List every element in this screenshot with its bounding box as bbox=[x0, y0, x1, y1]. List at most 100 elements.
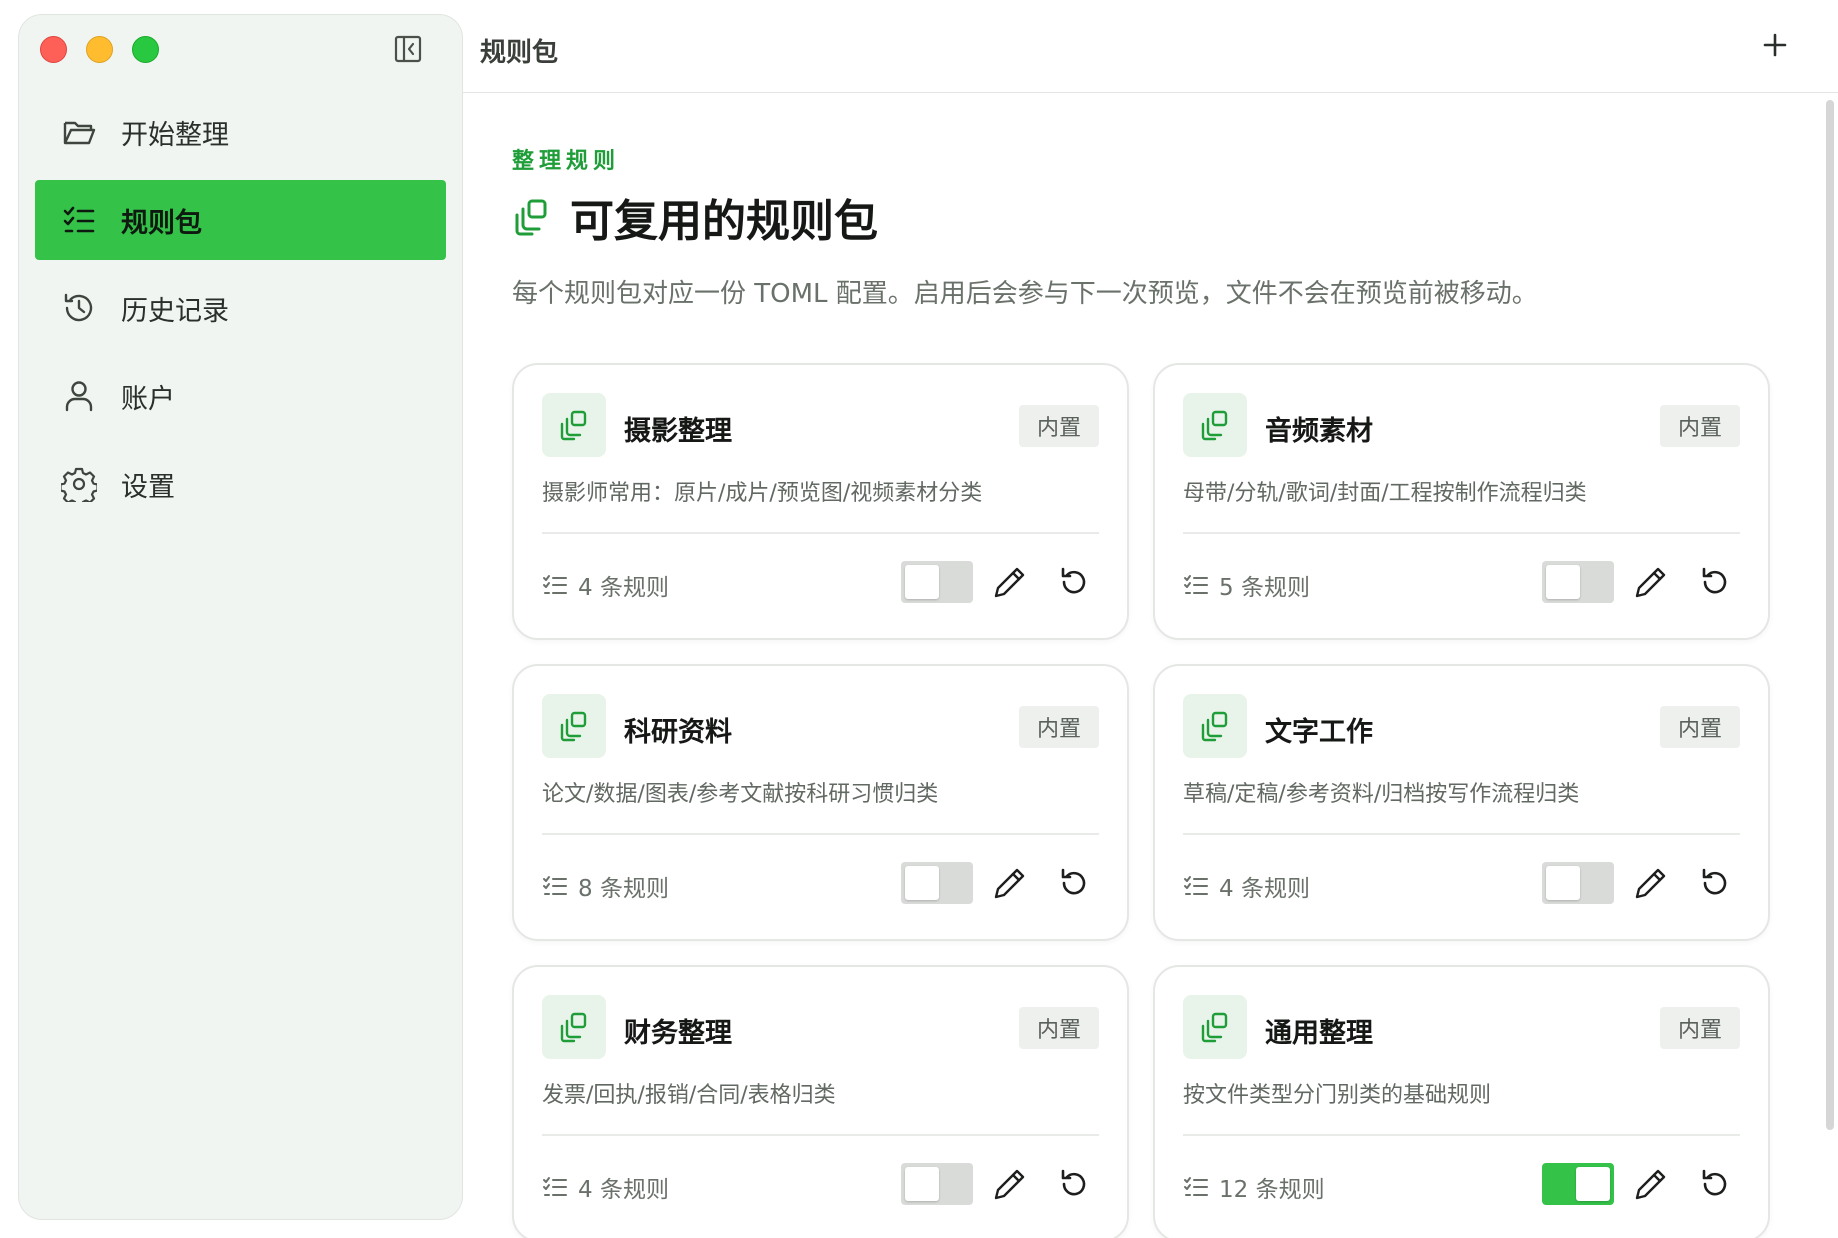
enable-toggle[interactable] bbox=[901, 1163, 973, 1205]
pencil-icon[interactable] bbox=[1633, 1166, 1669, 1202]
card-divider bbox=[1183, 532, 1740, 534]
reset-icon[interactable] bbox=[1056, 1166, 1092, 1202]
list-check-icon bbox=[1184, 876, 1208, 895]
enable-toggle[interactable] bbox=[901, 561, 973, 603]
enable-toggle[interactable] bbox=[1542, 561, 1614, 603]
card-title: 科研资料 bbox=[624, 717, 732, 748]
reset-icon[interactable] bbox=[1697, 1166, 1733, 1202]
rule-count-text: 8 条规则 bbox=[578, 876, 669, 902]
sidebar-collapse-icon[interactable] bbox=[392, 33, 424, 65]
toggle-knob bbox=[905, 1167, 939, 1201]
section-heading: 可复用的规则包 bbox=[512, 185, 878, 249]
section-description: 每个规则包对应一份 TOML 配置。启用后会参与下一次预览，文件不会在预览前被移… bbox=[512, 279, 1538, 309]
card-icon-tile bbox=[542, 694, 606, 758]
sidebar-item-label: 历史记录 bbox=[121, 295, 229, 327]
toggle-knob bbox=[905, 866, 939, 900]
builtin-badge: 内置 bbox=[1659, 1007, 1740, 1049]
rule-count: 4 条规则 bbox=[542, 1170, 669, 1204]
list-check-icon bbox=[63, 206, 95, 233]
card-icon-tile bbox=[1183, 393, 1247, 457]
sidebar-nav: 开始整理 规则包 历史记录 账户 设置 bbox=[35, 92, 446, 532]
builtin-badge: 内置 bbox=[1659, 405, 1740, 447]
sidebar-item-start[interactable]: 开始整理 bbox=[35, 92, 446, 172]
copy-icon bbox=[1201, 1012, 1228, 1043]
list-check-icon bbox=[543, 575, 567, 594]
pencil-icon[interactable] bbox=[992, 1166, 1028, 1202]
copy-icon bbox=[1201, 410, 1228, 441]
card-title: 音频素材 bbox=[1265, 416, 1373, 447]
reset-icon[interactable] bbox=[1056, 865, 1092, 901]
sidebar-item-label: 规则包 bbox=[121, 207, 202, 239]
app-window: 开始整理 规则包 历史记录 账户 设置 规则包 整理规则 可复用的规则包 每个规… bbox=[0, 0, 1838, 1238]
card-title: 文字工作 bbox=[1265, 717, 1373, 748]
topbar: 规则包 bbox=[463, 0, 1838, 93]
pencil-icon[interactable] bbox=[992, 865, 1028, 901]
toggle-knob bbox=[905, 565, 939, 599]
toggle-knob bbox=[1576, 1167, 1610, 1201]
card-description: 论文/数据/图表/参考文献按科研习惯归类 bbox=[542, 782, 939, 807]
pencil-icon[interactable] bbox=[992, 564, 1028, 600]
card-divider bbox=[542, 1134, 1099, 1136]
card-icon-tile bbox=[542, 393, 606, 457]
card-title: 财务整理 bbox=[624, 1018, 732, 1049]
folder-open-icon bbox=[63, 121, 96, 145]
reset-icon[interactable] bbox=[1697, 564, 1733, 600]
card-title: 通用整理 bbox=[1265, 1018, 1373, 1049]
sidebar-item-account[interactable]: 账户 bbox=[35, 356, 446, 436]
reset-icon[interactable] bbox=[1697, 865, 1733, 901]
rule-pack-card[interactable]: 财务整理 内置 发票/回执/报销/合同/表格归类 4 条规则 bbox=[512, 965, 1129, 1238]
rule-count-text: 4 条规则 bbox=[1219, 876, 1310, 902]
toggle-knob bbox=[1546, 866, 1580, 900]
sidebar-item-history[interactable]: 历史记录 bbox=[35, 268, 446, 348]
rule-pack-card[interactable]: 科研资料 内置 论文/数据/图表/参考文献按科研习惯归类 8 条规则 bbox=[512, 664, 1129, 941]
rule-pack-card[interactable]: 文字工作 内置 草稿/定稿/参考资料/归档按写作流程归类 4 条规则 bbox=[1153, 664, 1770, 941]
rule-count-text: 5 条规则 bbox=[1219, 575, 1310, 601]
reset-icon[interactable] bbox=[1056, 564, 1092, 600]
rule-count-text: 4 条规则 bbox=[578, 575, 669, 601]
builtin-badge: 内置 bbox=[1659, 706, 1740, 748]
list-check-icon bbox=[1184, 1177, 1208, 1196]
copy-icon bbox=[560, 410, 587, 441]
pencil-icon[interactable] bbox=[1633, 865, 1669, 901]
card-divider bbox=[1183, 1134, 1740, 1136]
sidebar-item-label: 设置 bbox=[121, 471, 175, 503]
card-description: 发票/回执/报销/合同/表格归类 bbox=[542, 1083, 836, 1108]
sidebar-item-label: 开始整理 bbox=[121, 119, 229, 151]
list-check-icon bbox=[1184, 575, 1208, 594]
enable-toggle[interactable] bbox=[1542, 1163, 1614, 1205]
list-check-icon bbox=[543, 1177, 567, 1196]
rule-pack-card[interactable]: 摄影整理 内置 摄影师常用：原片/成片/预览图/视频素材分类 4 条规则 bbox=[512, 363, 1129, 640]
zoom-window-button[interactable] bbox=[132, 36, 159, 63]
toggle-knob bbox=[1546, 565, 1580, 599]
builtin-badge: 内置 bbox=[1018, 706, 1099, 748]
pencil-icon[interactable] bbox=[1633, 564, 1669, 600]
sidebar: 开始整理 规则包 历史记录 账户 设置 bbox=[18, 14, 463, 1220]
card-description: 母带/分轨/歌词/封面/工程按制作流程归类 bbox=[1183, 481, 1587, 506]
rule-pack-card[interactable]: 通用整理 内置 按文件类型分门别类的基础规则 12 条规则 bbox=[1153, 965, 1770, 1238]
sidebar-item-settings[interactable]: 设置 bbox=[35, 444, 446, 524]
rule-count-text: 4 条规则 bbox=[578, 1177, 669, 1203]
copy-icon bbox=[560, 711, 587, 742]
minimize-window-button[interactable] bbox=[86, 36, 113, 63]
gear-icon bbox=[61, 467, 97, 502]
rule-pack-card[interactable]: 音频素材 内置 母带/分轨/歌词/封面/工程按制作流程归类 5 条规则 bbox=[1153, 363, 1770, 640]
card-icon-tile bbox=[1183, 694, 1247, 758]
window-controls bbox=[40, 36, 159, 63]
card-divider bbox=[1183, 833, 1740, 835]
section-eyebrow: 整理规则 bbox=[512, 149, 621, 174]
scrollbar[interactable] bbox=[1826, 100, 1834, 1130]
card-divider bbox=[542, 532, 1099, 534]
enable-toggle[interactable] bbox=[901, 862, 973, 904]
enable-toggle[interactable] bbox=[1542, 862, 1614, 904]
card-icon-tile bbox=[1183, 995, 1247, 1059]
section-heading-text: 可复用的规则包 bbox=[570, 196, 878, 247]
builtin-badge: 内置 bbox=[1018, 1007, 1099, 1049]
history-icon bbox=[64, 293, 93, 322]
rule-count: 12 条规则 bbox=[1183, 1170, 1325, 1204]
rule-count: 5 条规则 bbox=[1183, 568, 1310, 602]
add-icon[interactable] bbox=[1758, 28, 1792, 62]
card-description: 按文件类型分门别类的基础规则 bbox=[1183, 1083, 1492, 1108]
card-description: 摄影师常用：原片/成片/预览图/视频素材分类 bbox=[542, 481, 983, 506]
close-window-button[interactable] bbox=[40, 36, 67, 63]
sidebar-item-rule-packs[interactable]: 规则包 bbox=[35, 180, 446, 260]
